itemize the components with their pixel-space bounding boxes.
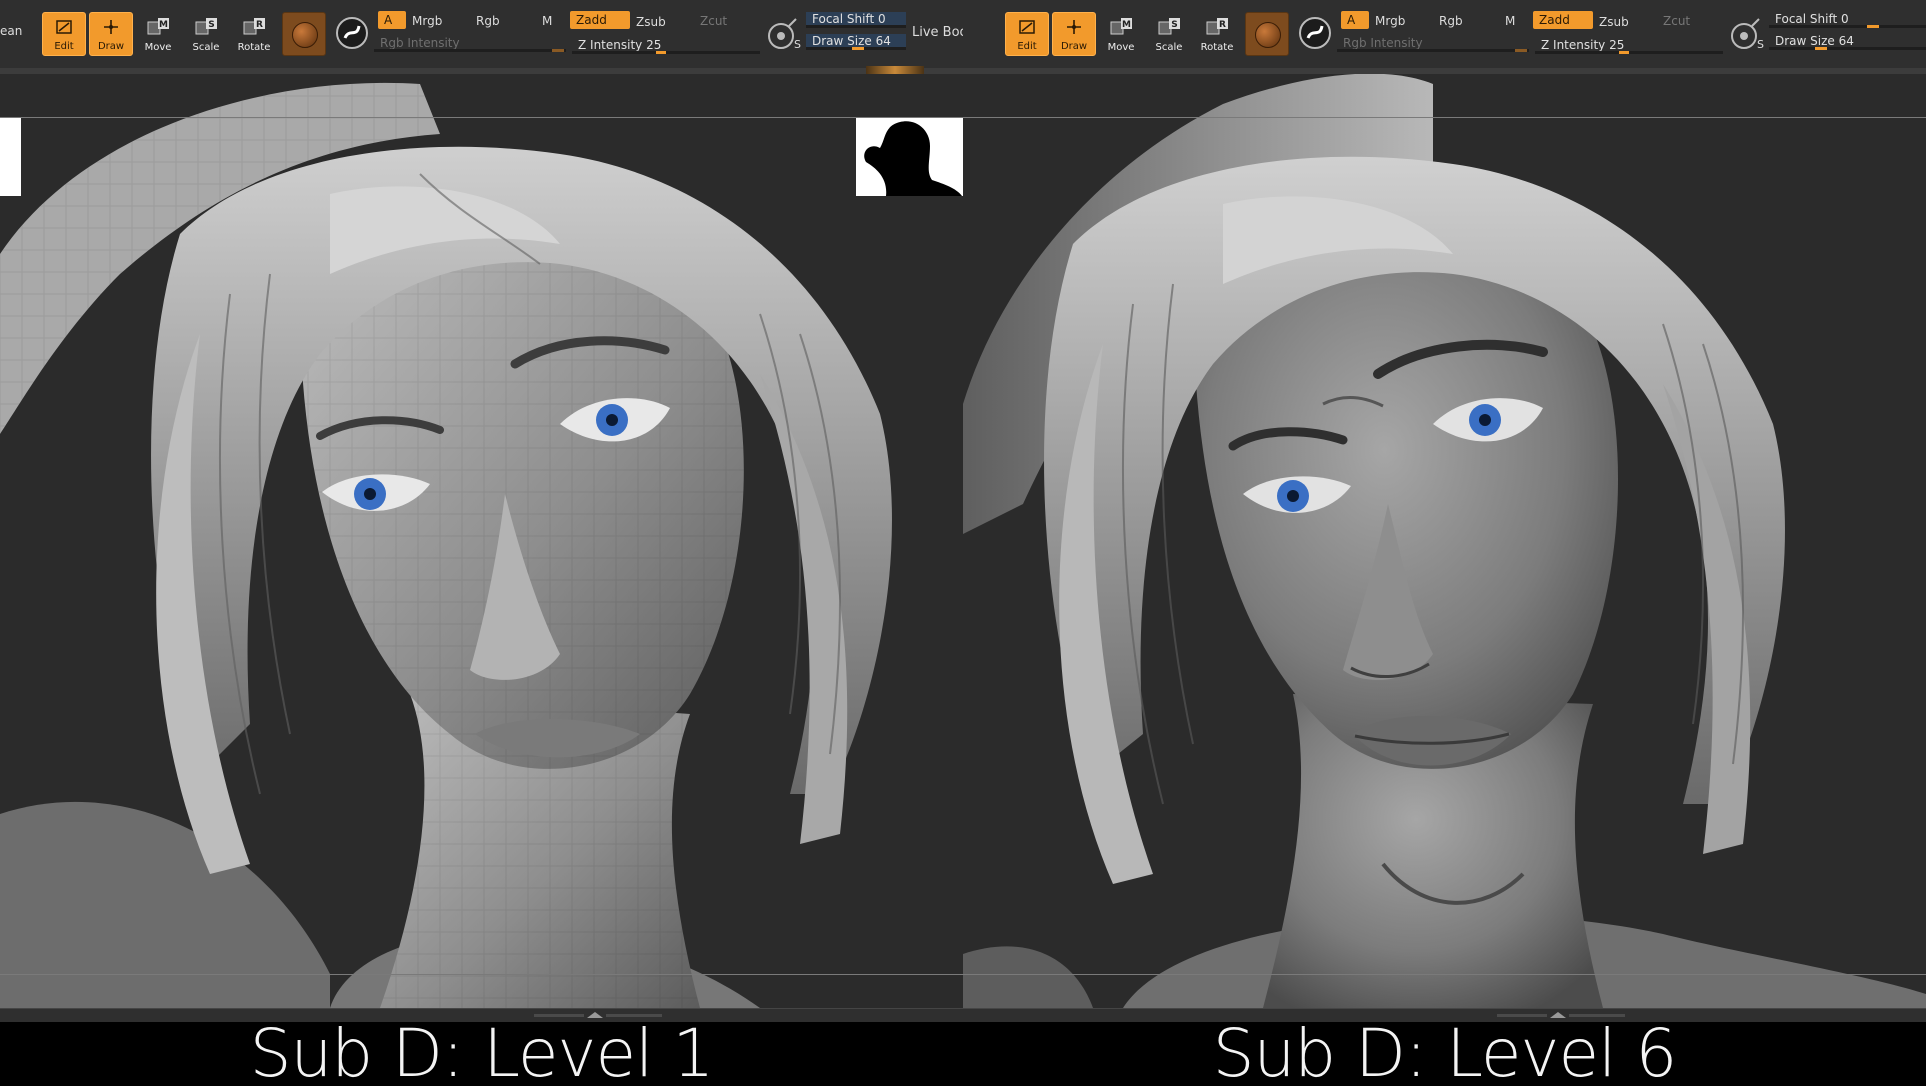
- mrgb-toggle[interactable]: Mrgb: [406, 12, 448, 30]
- draw-size-handle: [852, 47, 864, 50]
- rotate-label: Rotate: [1200, 42, 1234, 53]
- z-intensity-handle: [656, 51, 666, 54]
- sculpt-render-high-poly: [963, 74, 1926, 1008]
- rgb-intensity-label: Rgb Intensity: [1343, 36, 1423, 50]
- scale-button[interactable]: S Scale: [1147, 12, 1191, 56]
- zsub-toggle[interactable]: Zsub: [630, 13, 672, 31]
- move-button[interactable]: M Move: [136, 12, 180, 56]
- toolbar: Edit Draw M Move S Scale R Rotate A Mrgb…: [963, 0, 1926, 74]
- viewport-panel-right: Edit Draw M Move S Scale R Rotate A Mrgb…: [963, 0, 1926, 1086]
- sd-lightbox-icon[interactable]: S: [1727, 14, 1767, 54]
- rgb-toggle[interactable]: Rgb: [1433, 12, 1469, 30]
- subdivision-caption-left: Sub D: Level 1: [0, 1021, 963, 1086]
- rgb-intensity-handle: [552, 49, 564, 52]
- m-toggle[interactable]: M: [1499, 12, 1521, 30]
- sd-icon-letter: S: [794, 38, 801, 51]
- material-sphere-icon: [292, 22, 318, 48]
- truncated-button-label[interactable]: ean: [0, 24, 22, 38]
- draw-size-handle: [1815, 47, 1827, 50]
- edit-icon: [1019, 20, 1035, 34]
- rgb-intensity-slider[interactable]: Rgb Intensity: [1337, 36, 1529, 52]
- z-intensity-slider[interactable]: Z Intensity 25: [572, 38, 760, 54]
- z-intensity-label: Z Intensity 25: [578, 38, 662, 52]
- draw-button[interactable]: Draw: [89, 12, 133, 56]
- z-intensity-handle: [1619, 51, 1629, 54]
- edit-label: Edit: [54, 41, 74, 52]
- scale-label: Scale: [1155, 42, 1183, 53]
- scale-icon: S: [195, 18, 217, 35]
- z-intensity-slider[interactable]: Z Intensity 25: [1535, 38, 1723, 54]
- a-toggle[interactable]: A: [1341, 11, 1369, 29]
- draw-label: Draw: [1060, 41, 1088, 52]
- focal-shift-slider[interactable]: Focal Shift 0: [1769, 12, 1926, 28]
- rgb-intensity-label: Rgb Intensity: [380, 36, 460, 50]
- rgb-toggle[interactable]: Rgb: [470, 12, 506, 30]
- rgb-intensity-slider[interactable]: Rgb Intensity: [374, 36, 566, 52]
- move-key-glyph: M: [1122, 20, 1131, 30]
- navigation-thumbnail[interactable]: [0, 118, 21, 196]
- draw-icon: [104, 20, 118, 34]
- rotate-icon: R: [243, 18, 265, 35]
- rotate-label: Rotate: [237, 42, 271, 53]
- a-toggle[interactable]: A: [378, 11, 406, 29]
- draw-size-label: Draw Size 64: [1775, 34, 1854, 48]
- edit-button[interactable]: Edit: [42, 12, 86, 56]
- focal-shift-label: Focal Shift 0: [812, 12, 886, 26]
- m-toggle[interactable]: M: [536, 12, 558, 30]
- canvas-viewport[interactable]: [963, 74, 1926, 1008]
- zcut-toggle[interactable]: Zcut: [1657, 12, 1696, 30]
- scale-button[interactable]: S Scale: [184, 12, 228, 56]
- move-label: Move: [1107, 42, 1135, 53]
- move-icon: M: [147, 18, 169, 35]
- rotate-key-glyph: R: [256, 20, 263, 30]
- zsub-toggle[interactable]: Zsub: [1593, 13, 1635, 31]
- move-label: Move: [144, 42, 172, 53]
- subdivision-caption-right: Sub D: Level 6: [963, 1021, 1926, 1086]
- stroke-icon[interactable]: [333, 14, 371, 52]
- draw-size-slider[interactable]: Draw Size 64: [806, 34, 906, 50]
- stroke-icon[interactable]: [1296, 14, 1334, 52]
- z-intensity-label: Z Intensity 25: [1541, 38, 1625, 52]
- draw-label: Draw: [97, 41, 125, 52]
- rotate-button[interactable]: R Rotate: [1195, 12, 1239, 56]
- silhouette-thumbnail-icon: [864, 121, 962, 196]
- edit-icon: [56, 20, 72, 34]
- rgb-intensity-handle: [1515, 49, 1527, 52]
- live-boolean-button[interactable]: Live Boolean: [912, 25, 963, 40]
- toolbar: ean Edit Draw M Move S Scale R Rotate A …: [0, 0, 963, 74]
- focal-shift-handle: [1867, 25, 1879, 28]
- material-button[interactable]: [1245, 12, 1289, 56]
- viewport-panel-left: ean Edit Draw M Move S Scale R Rotate A …: [0, 0, 963, 1086]
- rotate-button[interactable]: R Rotate: [232, 12, 276, 56]
- focal-shift-slider[interactable]: Focal Shift 0: [806, 12, 906, 28]
- focal-shift-label: Focal Shift 0: [1775, 12, 1849, 26]
- scale-label: Scale: [192, 42, 220, 53]
- draw-size-slider[interactable]: Draw Size 64: [1769, 34, 1926, 50]
- rotate-icon: R: [1206, 18, 1228, 35]
- silhouette-thumbnail[interactable]: [856, 118, 963, 196]
- material-button[interactable]: [282, 12, 326, 56]
- move-button[interactable]: M Move: [1099, 12, 1143, 56]
- sculpt-render-low-poly: [0, 74, 963, 1008]
- zadd-toggle[interactable]: Zadd: [570, 11, 630, 29]
- material-sphere-icon: [1255, 22, 1281, 48]
- scale-key-glyph: S: [1171, 20, 1177, 30]
- canvas-viewport[interactable]: [0, 74, 963, 1008]
- draw-button[interactable]: Draw: [1052, 12, 1096, 56]
- sd-icon-letter: S: [1757, 38, 1764, 51]
- draw-icon: [1067, 20, 1081, 34]
- mrgb-toggle[interactable]: Mrgb: [1369, 12, 1411, 30]
- draw-size-label: Draw Size 64: [812, 34, 891, 48]
- rotate-key-glyph: R: [1219, 20, 1226, 30]
- scale-key-glyph: S: [208, 20, 214, 30]
- zcut-toggle[interactable]: Zcut: [694, 12, 733, 30]
- edit-label: Edit: [1017, 41, 1037, 52]
- move-key-glyph: M: [159, 20, 168, 30]
- sd-lightbox-icon[interactable]: S: [764, 14, 804, 54]
- scale-icon: S: [1158, 18, 1180, 35]
- move-icon: M: [1110, 18, 1132, 35]
- edit-button[interactable]: Edit: [1005, 12, 1049, 56]
- zadd-toggle[interactable]: Zadd: [1533, 11, 1593, 29]
- timeline-scrubber[interactable]: [866, 66, 924, 74]
